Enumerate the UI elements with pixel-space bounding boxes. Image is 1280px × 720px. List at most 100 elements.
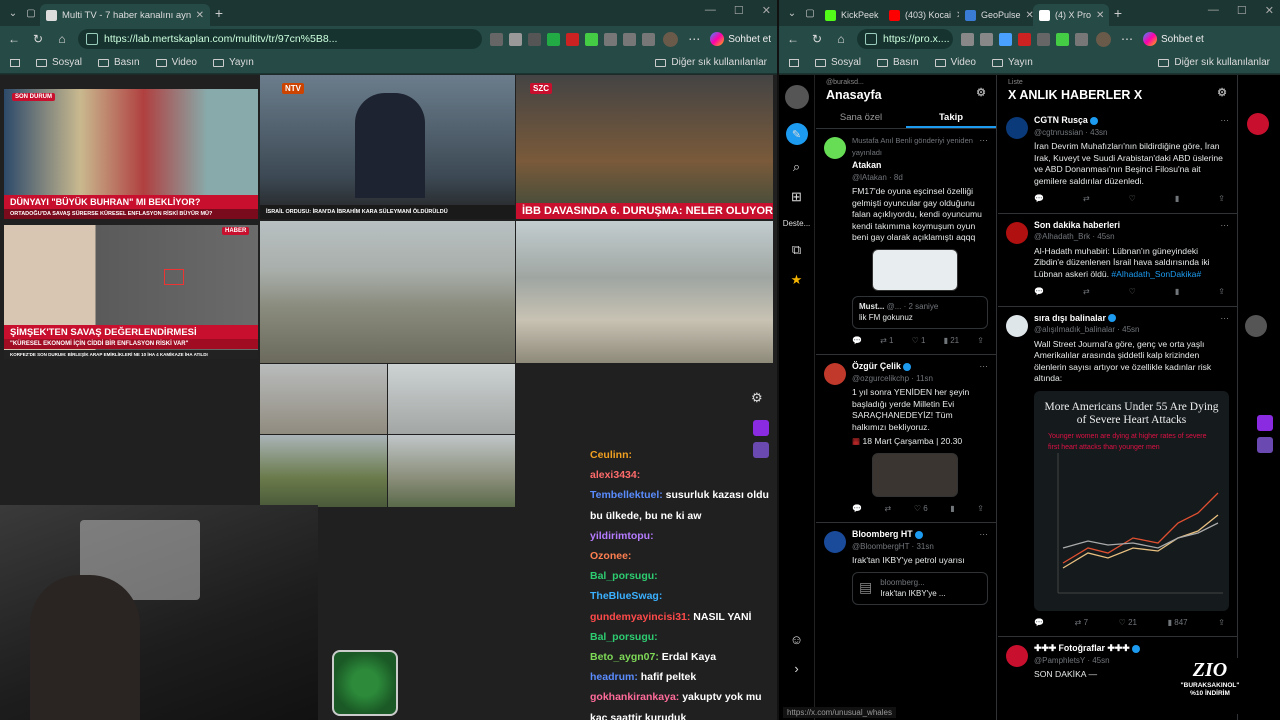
bookmark-other[interactable]: Diğer sık kullanılanlar — [1158, 57, 1270, 68]
tv-panel-city-5[interactable] — [260, 435, 387, 507]
tweet-more-icon[interactable]: ⋯ — [979, 529, 988, 541]
sohbet-button[interactable]: Sohbet et — [1143, 32, 1204, 46]
retweet-icon[interactable]: ⇄ 7 — [1075, 617, 1088, 629]
reply-icon[interactable]: 💬 — [852, 335, 862, 347]
red-extension-icon[interactable] — [566, 32, 580, 46]
puzzle-icon[interactable] — [585, 32, 599, 46]
float-app-icon[interactable] — [1257, 415, 1273, 431]
views-icon[interactable]: ▮ 847 — [1168, 617, 1188, 629]
close-window-icon[interactable]: ✕ — [762, 4, 771, 17]
home-icon[interactable]: ⌂ — [54, 32, 70, 46]
chat-username[interactable]: Bal_porsugu: — [590, 570, 658, 582]
like-icon[interactable]: ♡ 21 — [1119, 617, 1137, 629]
decks-icon[interactable]: ⧉ — [792, 242, 801, 258]
tweet-author[interactable]: Atakan — [852, 160, 881, 170]
tab-x-pro[interactable]: (4) X Pro ✕ — [1033, 4, 1109, 26]
share-icon[interactable]: ⇪ — [977, 335, 984, 347]
tweet[interactable]: CGTN Rusça @cgtnrussian · 43sn ⋯ İran De… — [998, 109, 1237, 214]
chat-username[interactable]: Ceulinn: — [590, 449, 632, 461]
chat-username[interactable]: Bal_porsugu: — [590, 631, 658, 643]
tweet[interactable]: Son dakika haberleri @Alhadath_Brk · 45s… — [998, 214, 1237, 307]
views-icon[interactable]: ▮ — [950, 503, 954, 515]
bookmark-sosyal[interactable]: Sosyal — [815, 57, 861, 68]
views-icon[interactable]: ▮ — [1175, 193, 1179, 205]
tab-youtube[interactable]: (403) Kocai ✕ — [883, 4, 959, 26]
tweet-author[interactable]: sıra dışı balinalar — [1034, 313, 1106, 323]
home-icon[interactable]: ⌂ — [833, 32, 849, 46]
tweet-video[interactable] — [872, 452, 958, 497]
tweet-avatar[interactable] — [1006, 314, 1028, 337]
tv-panel-3[interactable]: SZC İBB DAVASINDA 6. DURUŞMA: NELER OLUY… — [516, 75, 773, 219]
star-icon[interactable] — [509, 32, 523, 46]
profile-avatar[interactable] — [663, 31, 679, 47]
red-extension-icon[interactable] — [1018, 32, 1031, 46]
tv-panel-1[interactable]: SON DURUM DÜNYAYI "BÜYÜK BUHRAN" MI BEKL… — [4, 89, 258, 219]
chat-username[interactable]: Ozonee: — [590, 550, 631, 562]
tweet-more-icon[interactable]: ⋯ — [1220, 313, 1229, 325]
chat-username[interactable]: TheBlueSwag: — [590, 590, 662, 602]
tab-actions-icon[interactable]: ⌄ — [4, 4, 22, 22]
share-icon[interactable]: ⇪ — [1218, 617, 1225, 629]
add-column-icon[interactable]: ⊞ — [791, 189, 802, 205]
back-icon[interactable]: ← — [6, 32, 22, 46]
column-settings-icon[interactable]: ⚙ — [1217, 86, 1227, 99]
tweet-avatar[interactable] — [1006, 117, 1028, 139]
refresh-icon[interactable]: ↻ — [30, 32, 46, 46]
emoji-icon[interactable]: ☺ — [790, 632, 803, 647]
close-tab-icon[interactable]: ✕ — [1026, 10, 1033, 21]
bookmark-options-icon[interactable] — [10, 58, 20, 67]
address-bar[interactable]: https://lab.mertskaplan.com/multitv/tr/9… — [78, 29, 483, 49]
split-view-icon[interactable] — [1075, 32, 1088, 46]
reply-icon[interactable]: 💬 — [1034, 193, 1044, 205]
tweet-more-icon[interactable]: ⋯ — [979, 361, 988, 373]
bookmark-basin[interactable]: Basın — [877, 57, 919, 68]
chat-username[interactable]: yildirimtopu: — [590, 530, 654, 542]
tv-panel-city-3[interactable] — [260, 364, 387, 434]
tweet-more-icon[interactable]: ⋯ — [1220, 220, 1229, 232]
bookmark-video[interactable]: Video — [934, 57, 976, 68]
settings-gear-icon[interactable]: ⚙ — [751, 390, 763, 406]
zoom-icon[interactable] — [961, 32, 974, 46]
close-window-icon[interactable]: ✕ — [1265, 4, 1274, 17]
bookmark-sosyal[interactable]: Sosyal — [36, 57, 82, 68]
new-tab-icon[interactable]: + — [1109, 4, 1127, 22]
tweet-more-icon[interactable]: ⋯ — [979, 135, 988, 147]
tweet-more-icon[interactable]: ⋯ — [1220, 115, 1229, 127]
tab-for-you[interactable]: Sana özel — [816, 109, 906, 128]
close-tab-icon[interactable]: ✕ — [196, 10, 204, 21]
starred-deck-icon[interactable]: ★ — [791, 272, 803, 288]
tweet-author[interactable]: Özgür Çelik — [852, 361, 901, 371]
tweet[interactable]: Mustafa Anıl Benli gönderiyi yeniden yay… — [816, 129, 996, 355]
profile-avatar[interactable] — [1096, 31, 1111, 47]
tweet-avatar[interactable] — [824, 531, 846, 553]
like-icon[interactable]: ♡ — [1129, 193, 1136, 205]
reply-icon[interactable]: 💬 — [1034, 286, 1044, 298]
tweet[interactable]: Özgür Çelik @ozgurcelikchp · 11sn ⋯ 1 yı… — [816, 355, 996, 523]
bookmark-basin[interactable]: Basın — [98, 57, 140, 68]
tv-panel-city-1[interactable] — [260, 221, 515, 363]
partial-column-avatar[interactable] — [1245, 315, 1267, 337]
tv-panel-2[interactable]: NTV İSRAİL ORDUSU: İRAN'DA İBRAHİM KARA … — [260, 75, 515, 219]
bookmark-yayin[interactable]: Yayın — [213, 57, 254, 68]
tweet[interactable]: Bloomberg HT @BloombergHT · 31sn ⋯ Irak'… — [816, 523, 996, 613]
tweet-media[interactable] — [872, 248, 958, 291]
hashtag-link[interactable]: #Alhadath_SonDakika# — [1111, 269, 1201, 279]
favorites-icon[interactable] — [623, 32, 637, 46]
compose-icon[interactable]: ✎ — [785, 123, 808, 145]
chat-username[interactable]: Tembellektuel: — [590, 489, 663, 501]
split-view-icon[interactable] — [604, 32, 618, 46]
reader-icon[interactable] — [490, 32, 504, 46]
tweet-author[interactable]: ✚✚✚ Fotoğraflar ✚✚✚ — [1034, 643, 1130, 653]
minimize-icon[interactable]: — — [705, 4, 716, 17]
retweet-icon[interactable]: ⇄ 1 — [880, 335, 893, 347]
like-icon[interactable]: ♡ — [1129, 286, 1136, 298]
column-settings-icon[interactable]: ⚙ — [976, 86, 986, 99]
tweet-author[interactable]: CGTN Rusça — [1034, 115, 1088, 125]
translate-icon[interactable] — [1257, 437, 1273, 453]
tweet-avatar[interactable] — [824, 137, 846, 159]
views-icon[interactable]: ▮ — [1175, 286, 1179, 298]
like-icon[interactable]: ♡ 6 — [914, 503, 928, 515]
maximize-icon[interactable]: ☐ — [1237, 4, 1247, 17]
tweet[interactable]: sıra dışı balinalar @alışılmadık_balinal… — [998, 307, 1237, 637]
tweet-chart-image[interactable]: More Americans Under 55 Are Dying of Sev… — [1034, 390, 1229, 611]
